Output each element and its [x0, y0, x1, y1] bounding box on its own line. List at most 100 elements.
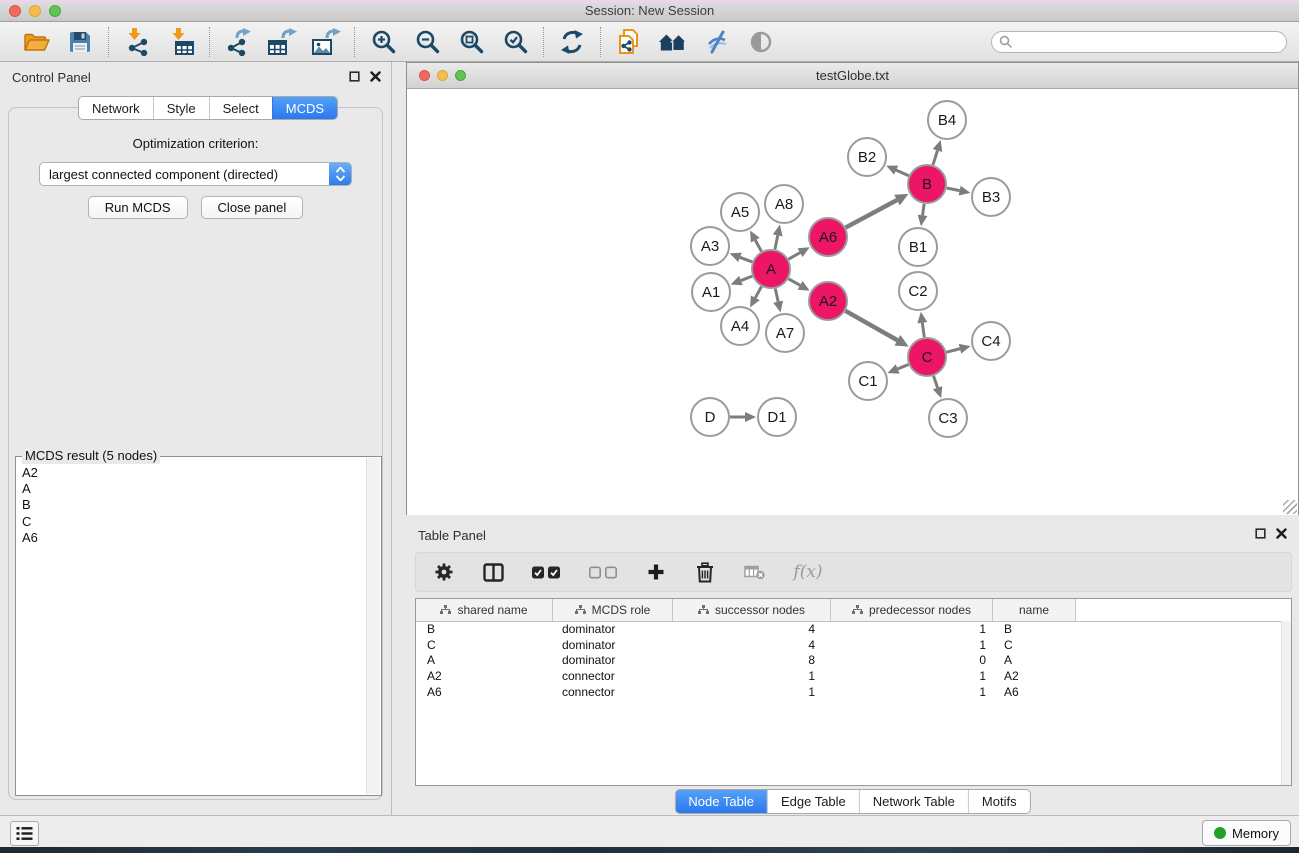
- graph-node-A2[interactable]: A2: [809, 282, 847, 320]
- close-window-button[interactable]: [9, 5, 21, 17]
- table-cell[interactable]: 4: [673, 622, 831, 638]
- network-window-titlebar[interactable]: testGlobe.txt: [407, 63, 1298, 89]
- table-row-A[interactable]: Adominator80A: [416, 653, 1291, 669]
- delete-column-icon[interactable]: [693, 559, 717, 585]
- control-tab-mcds[interactable]: MCDS: [272, 97, 337, 119]
- network-canvas[interactable]: AA1A2A3A4A5A6A7A8BB1B2B3B4CC1C2C3C4DD1: [407, 89, 1298, 515]
- minimize-window-button[interactable]: [29, 5, 41, 17]
- create-column-icon[interactable]: [644, 559, 668, 585]
- column-header-name[interactable]: name: [993, 599, 1076, 621]
- graph-node-A8[interactable]: A8: [765, 185, 803, 223]
- zoom-in-icon[interactable]: [368, 27, 398, 57]
- column-header-successor-nodes[interactable]: successor nodes: [673, 599, 831, 621]
- control-tab-select[interactable]: Select: [209, 97, 272, 119]
- deselect-all-icon[interactable]: [587, 559, 619, 585]
- graph-node-C3[interactable]: C3: [929, 399, 967, 437]
- table-row-C[interactable]: Cdominator41C: [416, 638, 1291, 654]
- graph-node-B[interactable]: B: [908, 165, 946, 203]
- apply-layout-icon[interactable]: [557, 27, 587, 57]
- table-cell[interactable]: 0: [831, 653, 993, 669]
- graph-node-A5[interactable]: A5: [721, 193, 759, 231]
- search-field[interactable]: [991, 31, 1287, 53]
- table-row-A6[interactable]: A6connector11A6: [416, 685, 1291, 701]
- table-tab-edge-table[interactable]: Edge Table: [767, 790, 859, 813]
- table-cell[interactable]: 1: [831, 685, 993, 701]
- graph-node-B4[interactable]: B4: [928, 101, 966, 139]
- graph-node-A3[interactable]: A3: [691, 227, 729, 265]
- graph-node-D1[interactable]: D1: [758, 398, 796, 436]
- table-cell[interactable]: A6: [993, 685, 1076, 701]
- show-columns-icon[interactable]: [481, 559, 505, 585]
- table-tab-node-table[interactable]: Node Table: [675, 790, 767, 813]
- run-mcds-button[interactable]: Run MCDS: [88, 196, 188, 219]
- export-table-icon[interactable]: [267, 27, 297, 57]
- graph-node-A6[interactable]: A6: [809, 218, 847, 256]
- graph-node-A1[interactable]: A1: [692, 273, 730, 311]
- graph-node-C1[interactable]: C1: [849, 362, 887, 400]
- table-cell[interactable]: C: [416, 638, 553, 654]
- table-cell[interactable]: C: [993, 638, 1076, 654]
- table-cell[interactable]: A: [993, 653, 1076, 669]
- network-minimize-button[interactable]: [437, 70, 448, 81]
- table-cell[interactable]: 1: [831, 669, 993, 685]
- network-close-button[interactable]: [419, 70, 430, 81]
- maximize-window-button[interactable]: [49, 5, 61, 17]
- memory-button[interactable]: Memory: [1202, 820, 1291, 846]
- table-cell[interactable]: A6: [416, 685, 553, 701]
- table-cell[interactable]: 1: [831, 622, 993, 638]
- graph-node-C4[interactable]: C4: [972, 322, 1010, 360]
- table-cell[interactable]: 1: [831, 638, 993, 654]
- network-maximize-button[interactable]: [455, 70, 466, 81]
- control-tab-style[interactable]: Style: [153, 97, 209, 119]
- mcds-result-item[interactable]: C: [22, 514, 381, 530]
- column-header-shared-name[interactable]: shared name: [416, 599, 553, 621]
- close-panel-icon[interactable]: [370, 71, 381, 82]
- graph-node-A[interactable]: A: [752, 250, 790, 288]
- home-icon[interactable]: [658, 27, 688, 57]
- criterion-dropdown[interactable]: largest connected component (directed): [39, 162, 352, 186]
- export-image-icon[interactable]: [311, 27, 341, 57]
- export-network-icon[interactable]: [223, 27, 253, 57]
- graph-node-D[interactable]: D: [691, 398, 729, 436]
- select-all-icon[interactable]: [530, 559, 562, 585]
- zoom-out-icon[interactable]: [412, 27, 442, 57]
- open-session-icon[interactable]: [21, 27, 51, 57]
- table-cell[interactable]: connector: [553, 669, 673, 685]
- graph-node-C[interactable]: C: [908, 338, 946, 376]
- table-row-B[interactable]: Bdominator41B: [416, 622, 1291, 638]
- table-cell[interactable]: A: [416, 653, 553, 669]
- table-row-A2[interactable]: A2connector11A2: [416, 669, 1291, 685]
- float-panel-icon[interactable]: [349, 71, 360, 82]
- mcds-result-item[interactable]: A2: [22, 465, 381, 481]
- table-cell[interactable]: 1: [673, 669, 831, 685]
- table-cell[interactable]: 1: [673, 685, 831, 701]
- show-panels-button[interactable]: [10, 821, 39, 846]
- function-builder-icon[interactable]: f(x): [791, 559, 825, 585]
- eye-icon[interactable]: [746, 27, 776, 57]
- close-table-panel-icon[interactable]: [1276, 528, 1287, 539]
- table-cell[interactable]: B: [993, 622, 1076, 638]
- table-cell[interactable]: A2: [416, 669, 553, 685]
- table-cell[interactable]: A2: [993, 669, 1076, 685]
- graph-node-C2[interactable]: C2: [899, 272, 937, 310]
- table-tab-motifs[interactable]: Motifs: [968, 790, 1030, 813]
- column-header-MCDS-role[interactable]: MCDS role: [553, 599, 673, 621]
- mcds-result-item[interactable]: A6: [22, 530, 381, 546]
- close-panel-button[interactable]: Close panel: [201, 196, 304, 219]
- zoom-fit-icon[interactable]: [456, 27, 486, 57]
- save-session-icon[interactable]: [65, 27, 95, 57]
- table-cell[interactable]: dominator: [553, 638, 673, 654]
- mcds-result-item[interactable]: B: [22, 497, 381, 513]
- table-cell[interactable]: 8: [673, 653, 831, 669]
- resize-grip[interactable]: [1283, 500, 1297, 514]
- import-table-icon[interactable]: [166, 27, 196, 57]
- table-cell[interactable]: dominator: [553, 653, 673, 669]
- table-settings-icon[interactable]: [432, 559, 456, 585]
- import-network-icon[interactable]: [122, 27, 152, 57]
- table-cell[interactable]: connector: [553, 685, 673, 701]
- search-input[interactable]: [1017, 34, 1279, 50]
- column-header-predecessor-nodes[interactable]: predecessor nodes: [831, 599, 993, 621]
- control-tab-network[interactable]: Network: [79, 97, 153, 119]
- graph-node-B2[interactable]: B2: [848, 138, 886, 176]
- table-tab-network-table[interactable]: Network Table: [859, 790, 968, 813]
